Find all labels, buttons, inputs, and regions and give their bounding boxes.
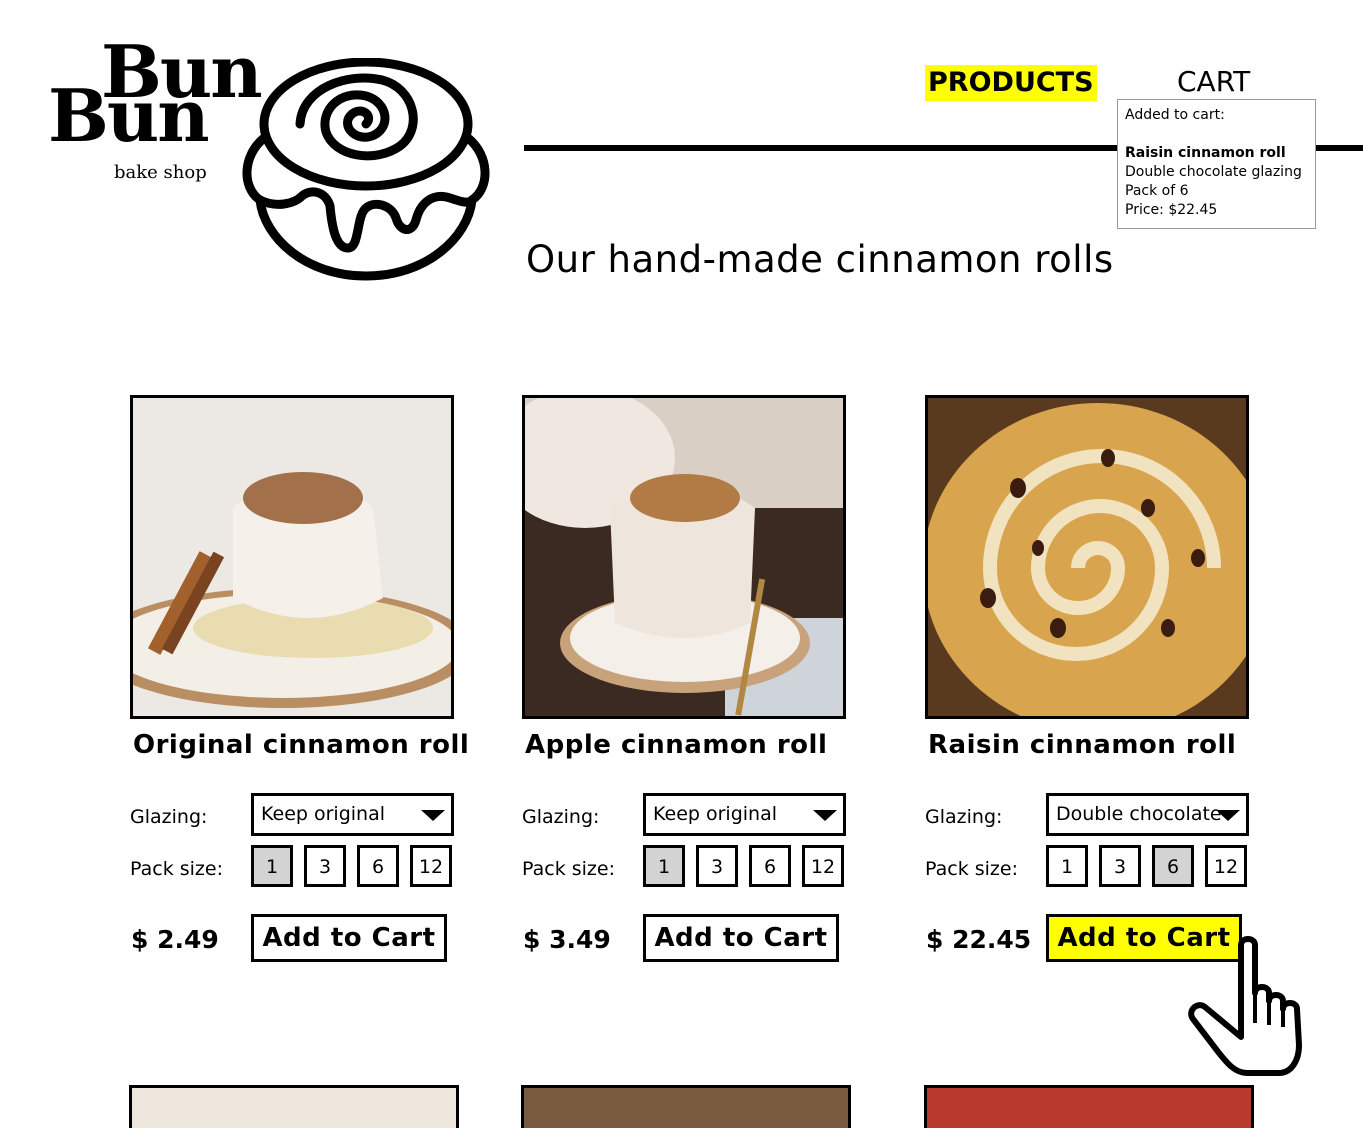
glazing-select[interactable]: Keep original <box>251 793 454 836</box>
pack-option-6[interactable]: 6 <box>1152 845 1194 887</box>
pack-option-1[interactable]: 1 <box>251 845 293 887</box>
pack-option-12[interactable]: 12 <box>802 845 844 887</box>
chevron-down-icon <box>1216 810 1240 821</box>
glazing-select[interactable]: Keep original <box>643 793 846 836</box>
logo-word-2: Bun <box>48 73 210 158</box>
product-card-raisin: Raisin cinnamon roll Glazing: Double cho… <box>925 395 1250 975</box>
brand-logo[interactable]: Bun Bun bake shop <box>46 36 496 286</box>
pack-option-1[interactable]: 1 <box>1046 845 1088 887</box>
glazing-label: Glazing: <box>522 806 600 828</box>
glazing-select[interactable]: Double chocolate <box>1046 793 1249 836</box>
product-name: Original cinnamon roll <box>133 730 470 760</box>
glazing-selected-value: Keep original <box>261 803 386 825</box>
page-title: Our hand-made cinnamon rolls <box>526 238 1114 281</box>
pack-option-12[interactable]: 12 <box>410 845 452 887</box>
pack-option-3[interactable]: 3 <box>304 845 346 887</box>
glazing-selected-value: Double chocolate <box>1056 803 1222 825</box>
pack-option-12[interactable]: 12 <box>1205 845 1247 887</box>
product-price: $ 22.45 <box>926 925 1032 954</box>
logo-tagline: bake shop <box>114 162 207 183</box>
add-to-cart-button[interactable]: Add to Cart <box>643 914 839 962</box>
hand-pointer-icon <box>1188 936 1302 1076</box>
pack-option-6[interactable]: 6 <box>749 845 791 887</box>
cart-popup: Added to cart: Raisin cinnamon roll Doub… <box>1117 99 1316 229</box>
product-card-original: Original cinnamon roll Glazing: Keep ori… <box>130 395 469 975</box>
product-photo <box>130 395 454 719</box>
pack-size-label: Pack size: <box>522 858 615 880</box>
nav-cart-link[interactable]: CART <box>1177 64 1250 100</box>
pack-option-1[interactable]: 1 <box>643 845 685 887</box>
chevron-down-icon <box>421 810 445 821</box>
product-name: Raisin cinnamon roll <box>928 730 1237 760</box>
product-price: $ 3.49 <box>523 925 611 954</box>
glazing-label: Glazing: <box>925 806 1003 828</box>
product-photo <box>522 395 846 719</box>
product-photo <box>925 395 1249 719</box>
popup-item-name: Raisin cinnamon roll <box>1125 145 1286 161</box>
pack-option-3[interactable]: 3 <box>1099 845 1141 887</box>
popup-pack: Pack of 6 <box>1125 183 1189 199</box>
product-price: $ 2.49 <box>131 925 219 954</box>
add-to-cart-button[interactable]: Add to Cart <box>251 914 447 962</box>
popup-glazing: Double chocolate glazing <box>1125 164 1302 180</box>
chevron-down-icon <box>813 810 837 821</box>
product-name: Apple cinnamon roll <box>525 730 828 760</box>
pack-size-label: Pack size: <box>130 858 223 880</box>
glazing-selected-value: Keep original <box>653 803 778 825</box>
cinnamon-roll-icon <box>242 58 490 281</box>
nav-products-link[interactable]: PRODUCTS <box>925 65 1097 101</box>
pack-option-3[interactable]: 3 <box>696 845 738 887</box>
pack-size-label: Pack size: <box>925 858 1018 880</box>
popup-heading: Added to cart: <box>1125 107 1225 123</box>
glazing-label: Glazing: <box>130 806 208 828</box>
pack-option-6[interactable]: 6 <box>357 845 399 887</box>
popup-price: Price: $22.45 <box>1125 202 1218 218</box>
product-card-apple: Apple cinnamon roll Glazing: Keep origin… <box>522 395 847 975</box>
